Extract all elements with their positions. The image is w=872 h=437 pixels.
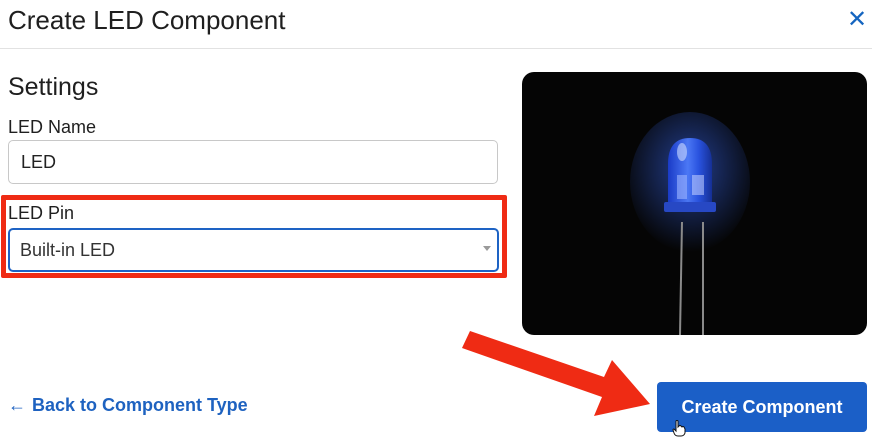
dialog-title: Create LED Component <box>8 5 286 35</box>
led-pin-label: LED Pin <box>8 203 75 223</box>
led-name-input[interactable]: LED <box>8 140 498 184</box>
led-preview-image <box>522 72 867 335</box>
close-icon[interactable]: ✕ <box>845 8 869 32</box>
dropdown-caret-icon <box>483 246 491 251</box>
arrow-left-icon: ← <box>8 395 26 415</box>
back-link-label: Back to Component Type <box>32 395 248 415</box>
hand-cursor-icon <box>672 420 686 437</box>
led-pin-select[interactable]: Built-in LED <box>8 228 499 272</box>
back-to-component-type-link[interactable]: ← Back to Component Type <box>8 394 248 416</box>
header-divider <box>0 48 872 49</box>
led-pin-selected-value: Built-in LED <box>20 240 116 260</box>
led-illustration <box>630 112 750 335</box>
led-name-label: LED Name <box>8 117 97 137</box>
create-component-button[interactable]: Create Component <box>657 382 867 432</box>
settings-heading: Settings <box>8 73 99 101</box>
